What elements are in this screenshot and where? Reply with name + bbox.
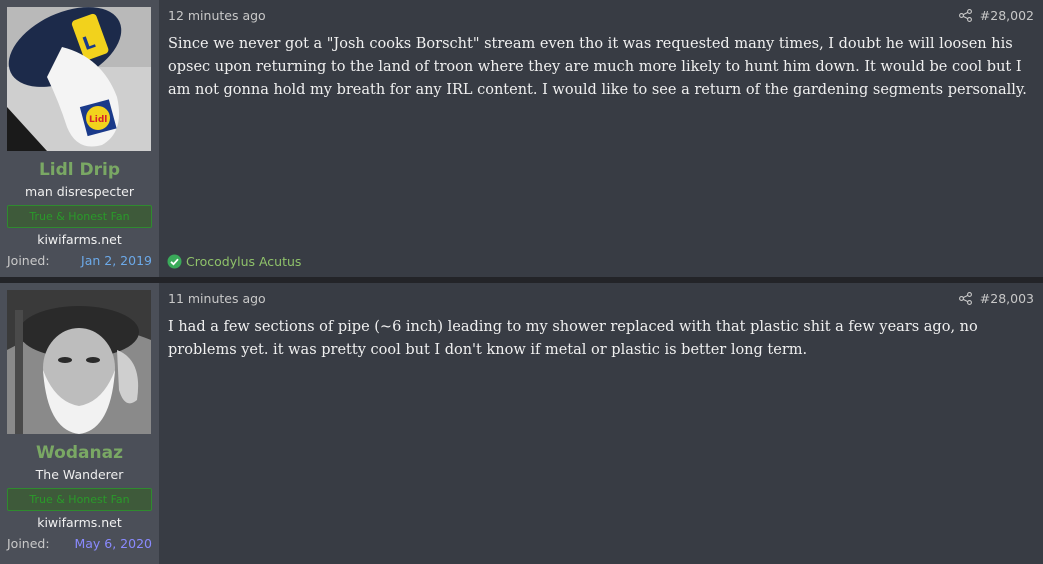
post: L Lidl Lidl Drip man disrespecter True &… (0, 0, 1043, 277)
user-banner: True & Honest Fan (7, 488, 152, 511)
share-icon[interactable] (958, 9, 972, 22)
user-panel: Wodanaz The Wanderer True & Honest Fan k… (0, 283, 159, 564)
post: Wodanaz The Wanderer True & Honest Fan k… (0, 283, 1043, 564)
user-title: man disrespecter (25, 184, 134, 199)
user-site: kiwifarms.net (37, 515, 122, 530)
user-panel: L Lidl Lidl Drip man disrespecter True &… (0, 0, 159, 277)
username[interactable]: Lidl Drip (0, 160, 159, 180)
post-number[interactable]: #28,002 (980, 8, 1034, 23)
post-number[interactable]: #28,003 (980, 291, 1034, 306)
user-site: kiwifarms.net (37, 232, 122, 247)
post-content: 12 minutes ago #28,002 Since we never go… (159, 0, 1043, 277)
post-body: Since we never got a "Josh cooks Borscht… (168, 36, 1027, 98)
post-content: 11 minutes ago #28,003 I had a few secti… (159, 283, 1043, 564)
svg-text:Lidl: Lidl (89, 115, 107, 125)
joined-label: Joined: (7, 253, 50, 268)
post-meta: #28,002 (958, 8, 1034, 23)
joined-date: Jan 2, 2019 (81, 253, 152, 268)
reaction-label[interactable]: Crocodylus Acutus (186, 254, 301, 269)
checkmark-icon (167, 254, 182, 269)
joined-label: Joined: (7, 536, 50, 551)
post-timestamp[interactable]: 11 minutes ago (168, 291, 266, 306)
username[interactable]: Wodanaz (0, 443, 159, 463)
post-timestamp[interactable]: 12 minutes ago (168, 8, 266, 23)
reaction-summary[interactable]: Crocodylus Acutus (167, 254, 301, 269)
post-body: I had a few sections of pipe (~6 inch) l… (168, 319, 978, 358)
share-icon[interactable] (958, 292, 972, 305)
joined-date: May 6, 2020 (74, 536, 152, 551)
avatar[interactable]: L Lidl (7, 7, 151, 151)
user-banner: True & Honest Fan (7, 205, 152, 228)
post-meta: #28,003 (958, 291, 1034, 306)
user-title: The Wanderer (35, 467, 124, 482)
avatar[interactable] (7, 290, 151, 434)
